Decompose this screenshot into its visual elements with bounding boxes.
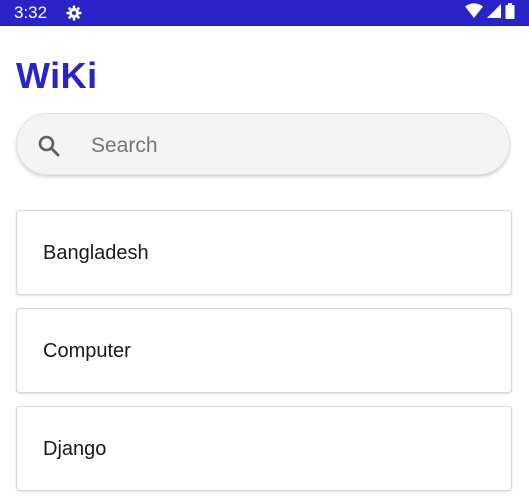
status-icons <box>465 2 515 24</box>
list-item-django[interactable]: Django <box>16 406 512 491</box>
status-time: 3:32 <box>14 3 48 22</box>
list-item-label: Bangladesh <box>43 242 149 264</box>
list-item-label: Computer <box>43 340 131 362</box>
article-list: Bangladesh Computer Django <box>16 210 512 504</box>
status-bar: 3:32 <box>0 0 529 26</box>
search-bar[interactable] <box>16 113 510 175</box>
list-item-bangladesh[interactable]: Bangladesh <box>16 210 512 295</box>
wifi-icon <box>465 3 483 23</box>
list-item-computer[interactable]: Computer <box>16 308 512 393</box>
search-icon[interactable] <box>37 134 61 158</box>
signal-icon <box>487 3 501 23</box>
gear-icon <box>66 5 82 21</box>
battery-icon <box>505 2 515 24</box>
search-input[interactable] <box>89 128 493 164</box>
app-title: WiKi <box>16 55 98 96</box>
list-item-label: Django <box>43 438 107 460</box>
